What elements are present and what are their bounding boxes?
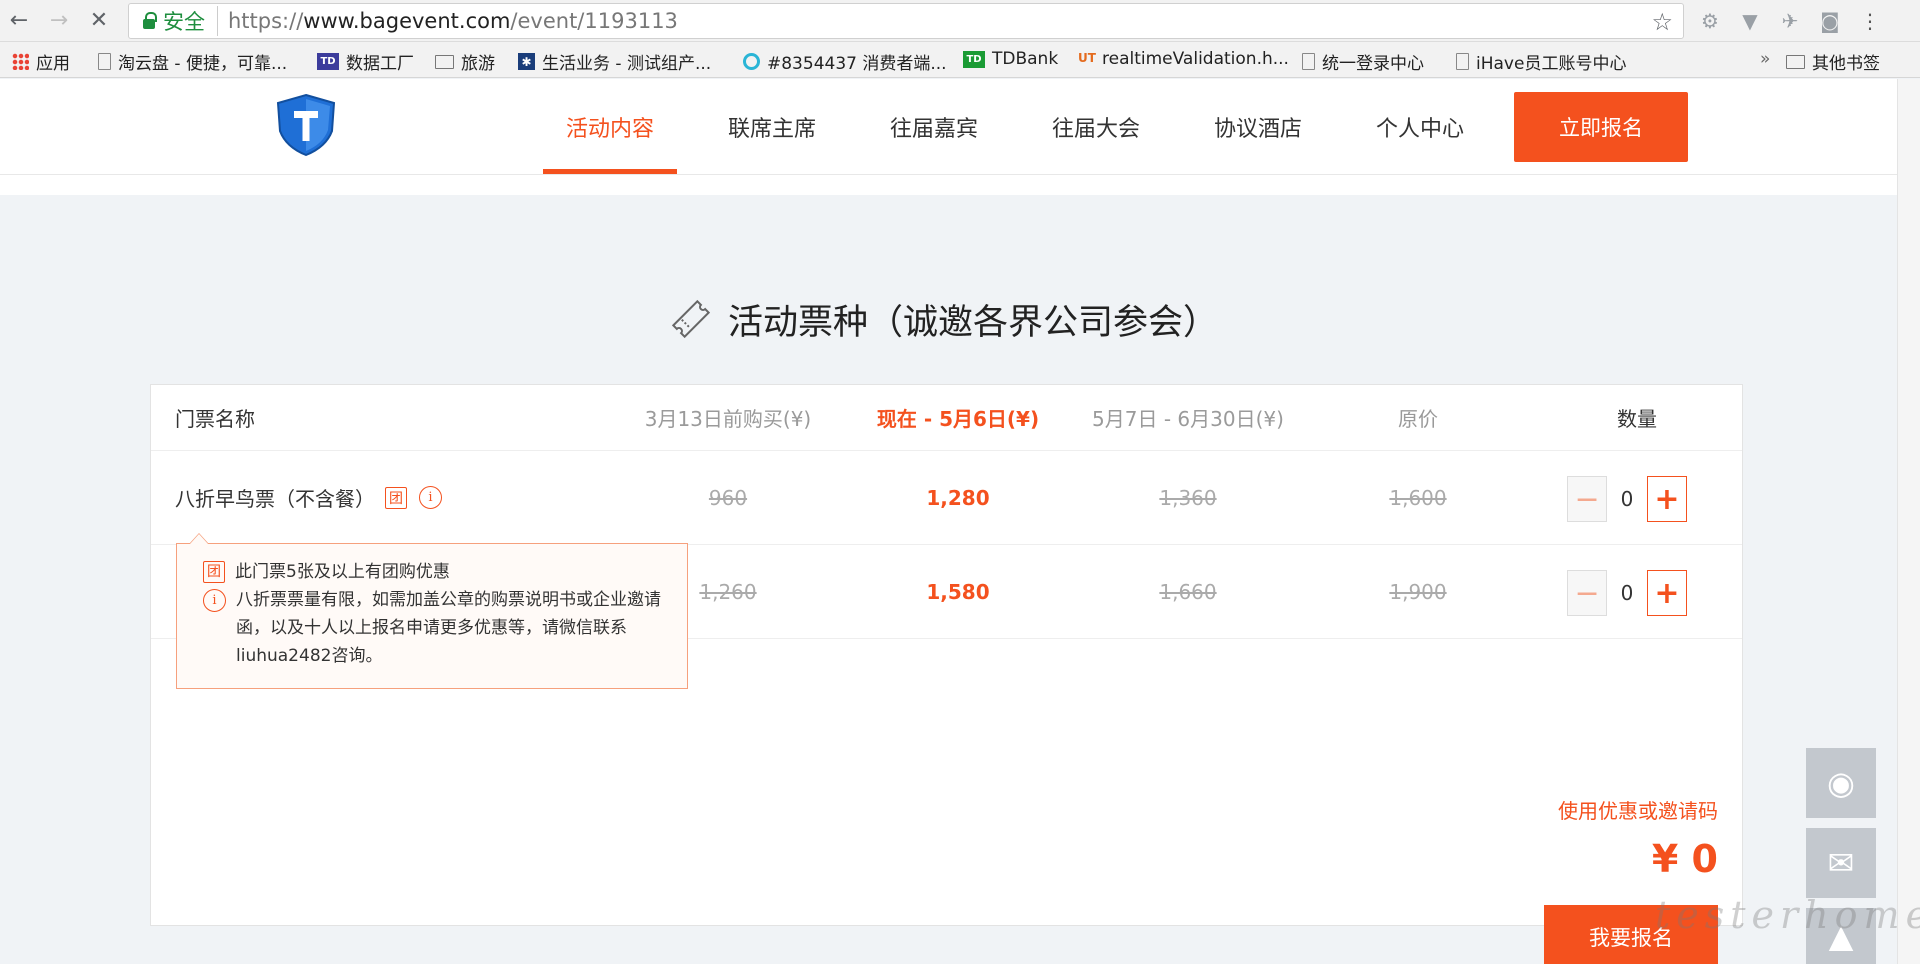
menu-dots-icon[interactable]: ⋮ — [1857, 8, 1883, 34]
other-bookmarks-folder[interactable]: 其他书签 — [1786, 49, 1880, 74]
info-icon: i — [203, 589, 226, 612]
price-now: 1,580 — [926, 579, 990, 604]
quantity-value: 0 — [1620, 581, 1634, 605]
nav-tab-hotel[interactable]: 协议酒店 — [1214, 79, 1302, 175]
ticket-info-tooltip: 团 此门票5张及以上有团购优惠 i 八折票票量有限，如需加盖公章的购票说明书或企… — [176, 533, 688, 689]
page-icon — [1302, 53, 1315, 70]
forward-icon[interactable]: → — [46, 7, 72, 33]
folder-icon — [435, 54, 454, 69]
site-header: 活动内容 联席主席 往届嘉宾 往届大会 协议酒店 个人中心 立即报名 — [0, 79, 1897, 175]
page-icon — [1456, 53, 1469, 70]
nav-tab-activity[interactable]: 活动内容 — [566, 79, 654, 175]
bookmark-item[interactable]: TD TDBank — [963, 49, 1058, 69]
star-logo-icon: ✱ — [518, 53, 535, 70]
price-original: 1,600 — [1389, 485, 1447, 510]
site-logo[interactable] — [274, 93, 338, 157]
wechat-share-button[interactable]: ✉ — [1806, 828, 1876, 898]
nav-tab-past-guests[interactable]: 往届嘉宾 — [890, 79, 978, 175]
register-now-button[interactable]: 立即报名 — [1514, 92, 1688, 162]
table-row: 八折早鸟票（不含餐） 团 i 960 1,280 1,360 1,600 − 0… — [151, 451, 1742, 545]
ticket-name: 八折早鸟票（不含餐） 团 i — [175, 451, 442, 544]
info-icon[interactable]: i — [419, 486, 442, 509]
header-strip — [0, 175, 1897, 195]
page-content: 活动内容 联席主席 往届嘉宾 往届大会 协议酒店 个人中心 立即报名 活动票种（… — [0, 79, 1897, 964]
col-header-original: 原价 — [1398, 407, 1438, 431]
price-early: 960 — [708, 485, 748, 510]
decrease-button[interactable]: − — [1567, 570, 1608, 616]
secure-label: 安全 — [163, 6, 218, 36]
bookmark-star-icon[interactable]: ☆ — [1651, 8, 1673, 36]
group-badge-icon[interactable]: 团 — [385, 486, 407, 509]
decrease-button[interactable]: − — [1567, 476, 1608, 522]
apps-icon — [12, 53, 29, 70]
group-badge-icon: 团 — [203, 561, 225, 583]
tdbank-icon: TD — [963, 50, 985, 68]
extension-gear-icon[interactable]: ⚙ — [1697, 8, 1723, 34]
url-text[interactable]: https://www.bagevent.com/event/1193113 — [228, 9, 678, 33]
col-header-later: 5月7日 - 6月30日(¥) — [1092, 407, 1284, 431]
col-header-qty: 数量 — [1617, 407, 1657, 431]
bookmark-item[interactable]: TD 数据工厂 — [317, 49, 414, 74]
tooltip-group-line: 团 此门票5张及以上有团购优惠 — [203, 558, 667, 586]
section-title: 活动票种（诚邀各界公司参会） — [670, 294, 1218, 344]
increase-button[interactable]: + — [1646, 570, 1688, 616]
bookmarks-bar: 应用 淘云盘 - 便捷，可靠... TD 数据工厂 旅游 ✱ 生活业务 - 测试组产… — [0, 42, 1920, 78]
active-tab-indicator — [543, 169, 677, 174]
weibo-icon: ◉ — [1827, 764, 1855, 802]
bookmark-item[interactable]: iHave员工账号中心 — [1456, 49, 1626, 74]
bookmark-item[interactable]: UT realtimeValidation.h... — [1078, 49, 1289, 69]
page-scrollbar[interactable] — [1897, 79, 1920, 964]
bookmark-item[interactable]: 淘云盘 - 便捷，可靠... — [98, 49, 287, 74]
td-icon: TD — [317, 53, 339, 70]
nav-tab-profile[interactable]: 个人中心 — [1376, 79, 1464, 175]
price-now: 1,280 — [926, 485, 990, 510]
bookmark-item[interactable]: 旅游 — [435, 49, 495, 74]
ticket-icon — [671, 299, 711, 339]
back-icon[interactable]: ← — [6, 7, 32, 33]
price-later: 1,660 — [1159, 579, 1217, 604]
bookmark-item[interactable]: 统一登录中心 — [1302, 49, 1424, 74]
extension-vue-icon[interactable]: ▼ — [1737, 8, 1763, 34]
stop-loading-icon[interactable]: ✕ — [86, 7, 112, 33]
watermark: testerhome.com — [1655, 893, 1920, 937]
quantity-value: 0 — [1620, 487, 1634, 511]
quantity-stepper: − 0 + — [1567, 476, 1688, 522]
col-header-early: 3月13日前购买(¥) — [644, 407, 812, 431]
coupon-link[interactable]: 使用优惠或邀请码 — [1558, 795, 1718, 824]
bookmark-item[interactable]: #8354437 消费者端... — [743, 49, 947, 74]
increase-button[interactable]: + — [1646, 476, 1688, 522]
extension-bird-icon[interactable]: ✈ — [1777, 8, 1803, 34]
price-later: 1,360 — [1159, 485, 1217, 510]
page-icon — [98, 53, 111, 70]
col-header-name: 门票名称 — [175, 407, 255, 431]
total-price: ¥ 0 — [1651, 837, 1718, 881]
browser-toolbar: ← → ✕ 安全 https://www.bagevent.com/event/… — [0, 0, 1920, 42]
nav-tab-past-conferences[interactable]: 往届大会 — [1052, 79, 1140, 175]
nav-tab-chairs[interactable]: 联席主席 — [728, 79, 816, 175]
bookmarks-overflow-button[interactable]: » — [1760, 49, 1770, 69]
quantity-stepper: − 0 + — [1567, 570, 1688, 616]
bookmark-item[interactable]: 应用 — [12, 49, 70, 74]
circle-logo-icon — [743, 53, 760, 70]
weibo-share-button[interactable]: ◉ — [1806, 748, 1876, 818]
tooltip-info-line: i 八折票票量有限，如需加盖公章的购票说明书或企业邀请函，以及十人以上报名申请更… — [203, 586, 667, 670]
lock-icon — [143, 12, 157, 29]
address-bar[interactable]: 安全 https://www.bagevent.com/event/119311… — [128, 3, 1684, 39]
price-original: 1,900 — [1389, 579, 1447, 604]
folder-icon — [1786, 54, 1805, 69]
extension-camera-icon[interactable]: ◙ — [1817, 8, 1843, 34]
wechat-icon: ✉ — [1827, 844, 1855, 882]
ut-icon: UT — [1078, 50, 1096, 65]
col-header-now: 现在 - 5月6日(¥) — [876, 407, 1040, 431]
bookmark-item[interactable]: ✱ 生活业务 - 测试组产... — [518, 49, 711, 74]
ticket-table-header: 门票名称 3月13日前购买(¥) 现在 - 5月6日(¥) 5月7日 - 6月3… — [151, 385, 1742, 451]
